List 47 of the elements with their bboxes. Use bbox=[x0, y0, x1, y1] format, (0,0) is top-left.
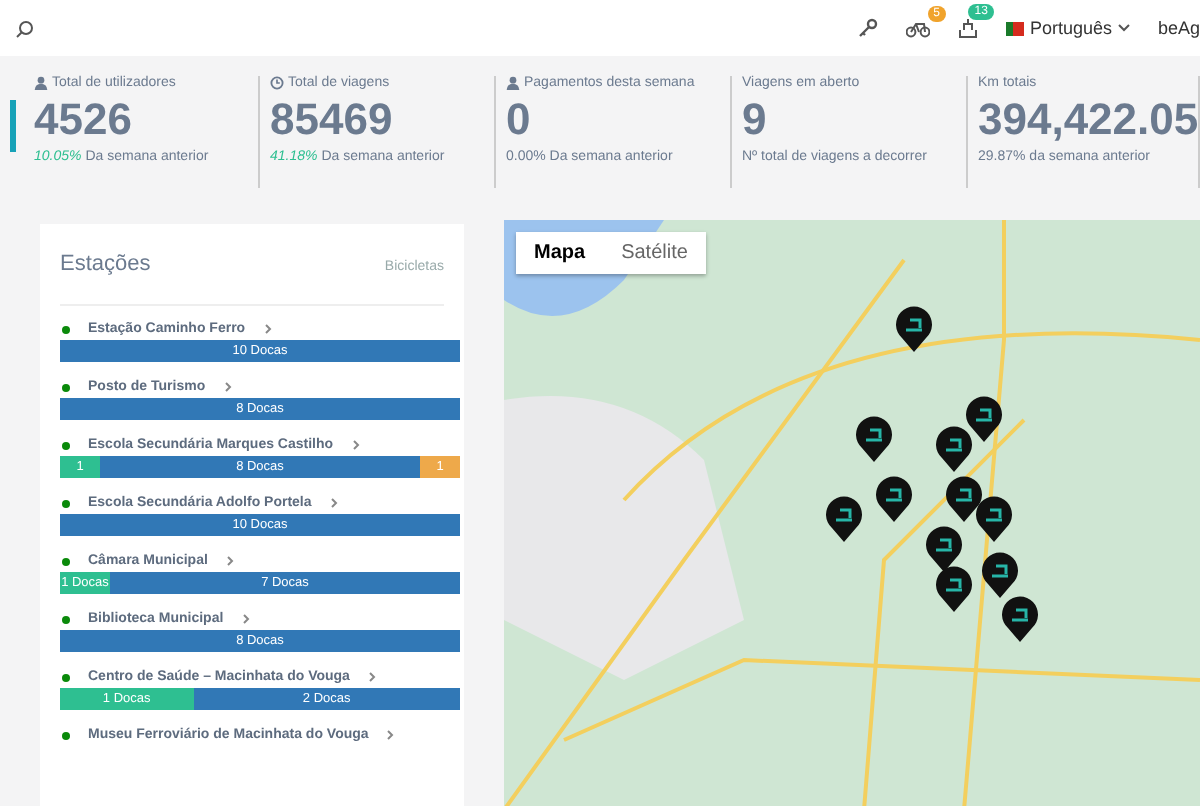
chevron-icon bbox=[386, 730, 395, 740]
stat-value: 4526 bbox=[34, 92, 134, 148]
chevron-icon bbox=[329, 498, 338, 508]
status-dot bbox=[62, 731, 70, 739]
status-dot bbox=[62, 615, 70, 623]
stat-value: 85469 bbox=[270, 92, 395, 148]
user-icon bbox=[506, 76, 520, 90]
map-marker-icon[interactable] bbox=[894, 306, 934, 354]
status-dot bbox=[62, 499, 70, 507]
status-dot bbox=[62, 325, 70, 333]
map-marker-icon[interactable] bbox=[854, 416, 894, 464]
map-marker-icon[interactable] bbox=[964, 396, 1004, 444]
map-marker-icon[interactable] bbox=[934, 426, 974, 474]
status-dot bbox=[62, 383, 70, 391]
map-marker-icon[interactable] bbox=[944, 476, 984, 524]
map-mode-tab[interactable]: Mapa bbox=[516, 232, 604, 274]
chevron-icon bbox=[225, 556, 234, 566]
caret-icon bbox=[1117, 24, 1130, 32]
chevron-icon bbox=[223, 382, 232, 392]
card-title: Estações bbox=[60, 252, 151, 276]
search-icon[interactable] bbox=[16, 19, 34, 37]
bicycle-icon[interactable] bbox=[905, 19, 930, 37]
key-icon[interactable] bbox=[857, 18, 878, 38]
language-selector[interactable]: Português bbox=[1005, 18, 1130, 38]
map-marker-icon[interactable] bbox=[934, 566, 974, 614]
map-mode-tab[interactable]: Satélite bbox=[603, 232, 706, 274]
chevron-icon bbox=[351, 440, 360, 450]
map-marker-icon[interactable] bbox=[1000, 596, 1040, 644]
stat-value: 9 bbox=[742, 92, 769, 148]
chevron-icon bbox=[367, 672, 376, 682]
user-icon bbox=[34, 76, 48, 90]
status-dot bbox=[62, 557, 70, 565]
chevron-icon bbox=[263, 324, 272, 334]
map-marker-icon[interactable] bbox=[974, 496, 1014, 544]
dock-icon[interactable] bbox=[957, 18, 978, 38]
map-marker-icon[interactable] bbox=[924, 526, 964, 574]
clock-icon bbox=[270, 76, 284, 90]
map-marker-icon[interactable] bbox=[824, 496, 864, 544]
map-marker-icon[interactable] bbox=[980, 552, 1020, 600]
user-name[interactable]: beAg bbox=[1157, 18, 1200, 38]
flag-icon bbox=[1005, 21, 1024, 35]
status-dot bbox=[62, 673, 70, 681]
map-marker-icon[interactable] bbox=[874, 476, 914, 524]
stat-value: 0 bbox=[506, 92, 533, 148]
stat-value: 394,422.05 bbox=[978, 92, 1199, 148]
status-dot bbox=[62, 441, 70, 449]
chevron-icon bbox=[241, 614, 250, 624]
